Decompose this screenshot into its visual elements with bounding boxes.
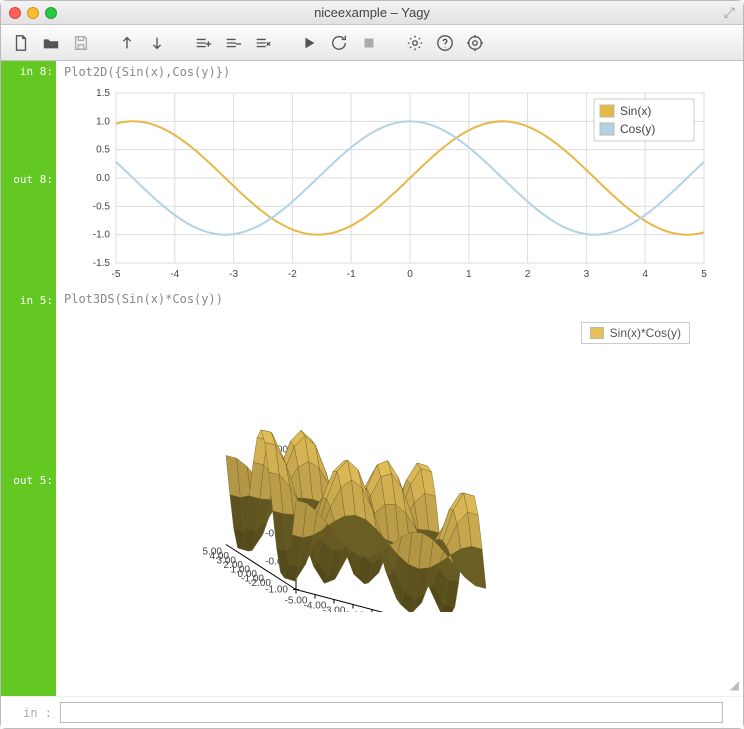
svg-text:1: 1	[466, 269, 472, 280]
prompt-label: in :	[1, 697, 56, 728]
svg-text:5.00: 5.00	[203, 547, 223, 558]
gutter-out8: out 8:	[1, 169, 53, 186]
svg-text:0.5: 0.5	[96, 145, 110, 156]
stop-button[interactable]	[355, 29, 383, 57]
svg-text:-1.5: -1.5	[93, 258, 111, 269]
cell-in-8-code[interactable]: Plot2D({Sin(x),Cos(y)})	[56, 61, 743, 83]
svg-text:-2.00: -2.00	[342, 611, 365, 613]
prompt-input[interactable]	[60, 702, 723, 723]
gutter-in5: in 5:	[1, 290, 53, 310]
notebook-content: in 8: out 8: in 5: out 5: Plot2D({Sin(x)…	[1, 61, 743, 696]
window-controls	[9, 7, 57, 19]
minimize-window-button[interactable]	[27, 7, 39, 19]
settings-button[interactable]	[401, 29, 429, 57]
remove-cell-button[interactable]	[219, 29, 247, 57]
toolbar	[1, 25, 743, 61]
zoom-window-button[interactable]	[45, 7, 57, 19]
titlebar: niceexample – Yagy ⤢	[1, 1, 743, 25]
move-up-button[interactable]	[113, 29, 141, 57]
cell-in-5-code[interactable]: Plot3DS(Sin(x)*Cos(y))	[56, 288, 743, 310]
legend-swatch-3d	[590, 327, 604, 339]
reload-button[interactable]	[325, 29, 353, 57]
fullscreen-icon[interactable]: ⤢	[724, 4, 735, 21]
svg-text:0: 0	[407, 269, 413, 280]
svg-text:-2: -2	[288, 269, 297, 280]
plot3d-output: Sin(x)*Cos(y) -1.00-0.60-0.200.200.601.0…	[56, 312, 696, 612]
svg-text:4: 4	[642, 269, 648, 280]
svg-text:1.0: 1.0	[96, 116, 110, 127]
help-button[interactable]	[431, 29, 459, 57]
open-button[interactable]	[37, 29, 65, 57]
svg-text:-1.0: -1.0	[93, 230, 111, 241]
save-button[interactable]	[67, 29, 95, 57]
gutter-out5: out 5:	[1, 470, 53, 487]
svg-text:3: 3	[584, 269, 590, 280]
svg-text:-4: -4	[170, 269, 179, 280]
plot2d-output: -5 -4 -3 -2 -1 0 1 2 3 4 5 -1.5 -1.0 -0.5 0.0 0.5 1.0 1.5…	[74, 85, 714, 288]
bottom-input-row: in :	[1, 696, 743, 728]
svg-text:Cos(y): Cos(y)	[620, 122, 655, 136]
clear-cell-button[interactable]	[249, 29, 277, 57]
new-button[interactable]	[7, 29, 35, 57]
run-button[interactable]	[295, 29, 323, 57]
add-cell-button[interactable]	[189, 29, 217, 57]
gutter-in8: in 8:	[1, 61, 53, 81]
move-down-button[interactable]	[143, 29, 171, 57]
legend-label-3d: Sin(x)*Cos(y)	[610, 326, 681, 340]
plot2d-svg: -5 -4 -3 -2 -1 0 1 2 3 4 5 -1.5 -1.0 -0.5 0.0 0.5 1.0 1.5…	[74, 85, 714, 285]
svg-text:-5: -5	[112, 269, 121, 280]
svg-text:0.0: 0.0	[96, 173, 110, 184]
resize-grip-icon[interactable]: ◢	[730, 678, 739, 692]
main-panel: Plot2D({Sin(x),Cos(y)}) -5 -4 -3 -2 -1 0 1 2 3 4 5…	[56, 61, 743, 696]
close-window-button[interactable]	[9, 7, 21, 19]
gutter: in 8: out 8: in 5: out 5:	[1, 61, 56, 696]
plot3d-legend: Sin(x)*Cos(y)	[581, 322, 690, 344]
plot3d-svg: -1.00-0.60-0.200.200.601.00-5.00-4.00-3.…	[56, 312, 696, 612]
svg-text:-1: -1	[347, 269, 356, 280]
svg-text:Sin(x): Sin(x)	[620, 104, 651, 118]
svg-text:-3: -3	[229, 269, 238, 280]
target-button[interactable]	[461, 29, 489, 57]
svg-text:-0.5: -0.5	[93, 201, 111, 212]
window-title: niceexample – Yagy	[1, 5, 743, 20]
svg-text:5: 5	[701, 269, 707, 280]
svg-text:2: 2	[525, 269, 531, 280]
svg-text:1.5: 1.5	[96, 88, 110, 99]
